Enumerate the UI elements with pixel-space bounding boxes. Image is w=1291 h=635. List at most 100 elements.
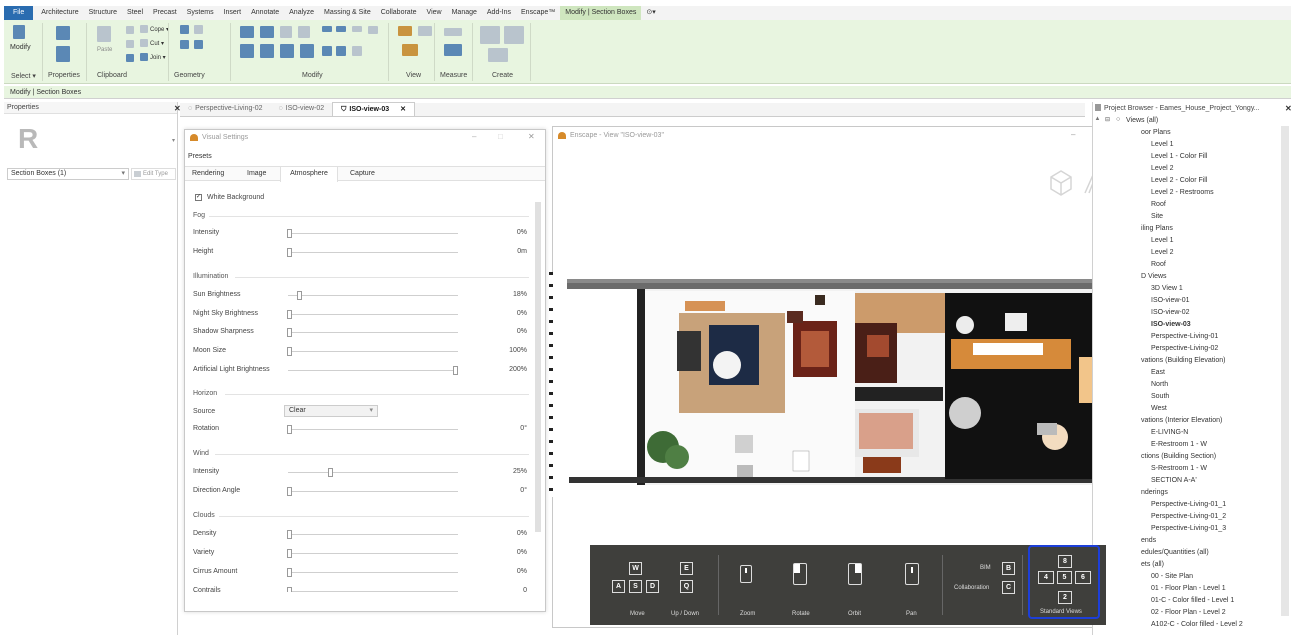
browser-group[interactable]: ctions (Building Section): [1141, 453, 1216, 460]
browser-item[interactable]: Roof: [1151, 201, 1166, 208]
artificial-light-brightness-slider[interactable]: [288, 366, 458, 375]
slider-thumb[interactable]: [287, 530, 292, 539]
browser-group[interactable]: nderings: [1141, 489, 1168, 496]
cloud-cirrus-amount-slider[interactable]: [287, 568, 458, 577]
match-properties-icon[interactable]: [126, 54, 134, 62]
horizon-rotation-slider[interactable]: [287, 425, 458, 434]
presets-label[interactable]: Presets: [188, 153, 212, 160]
geometry-tool-4-icon[interactable]: [194, 40, 203, 49]
view-key-5[interactable]: 5: [1057, 571, 1072, 584]
join-button[interactable]: Join ▾: [150, 54, 166, 61]
browser-group[interactable]: ends: [1141, 537, 1156, 544]
key-a[interactable]: A: [612, 580, 625, 593]
geometry-tool-1-icon[interactable]: [180, 25, 189, 34]
browser-item[interactable]: Perspective-Living-02: [1151, 345, 1218, 352]
view-tab[interactable]: ◌ Perspective-Living-02: [180, 102, 270, 116]
properties-icon[interactable]: [56, 46, 70, 62]
dimension-icon[interactable]: [444, 44, 462, 56]
cloud-density-slider[interactable]: [287, 530, 458, 539]
browser-item[interactable]: Level 2: [1151, 165, 1174, 172]
browser-group[interactable]: Views (all): [1126, 117, 1158, 124]
array-icon[interactable]: [322, 46, 332, 56]
menu-item-systems[interactable]: Systems: [182, 6, 219, 20]
cope-icon[interactable]: [140, 25, 148, 33]
browser-item[interactable]: Level 2 - Restrooms: [1151, 189, 1214, 196]
select-group-label[interactable]: Select ▾: [11, 72, 36, 80]
sun-brightness-slider[interactable]: [288, 291, 458, 300]
browser-item[interactable]: 01-C - Color filled - Level 1: [1151, 597, 1234, 604]
browser-item[interactable]: Level 1: [1151, 237, 1174, 244]
browser-item[interactable]: 02 - Floor Plan - Level 2: [1151, 609, 1226, 616]
modify-cursor-icon[interactable]: [13, 25, 25, 39]
browser-item[interactable]: SECTION A-A': [1151, 477, 1197, 484]
browser-item[interactable]: Perspective-Living-01: [1151, 333, 1218, 340]
browser-item[interactable]: 00 - Site Plan: [1151, 573, 1193, 580]
fog-intensity-slider[interactable]: [287, 229, 458, 238]
paste-button[interactable]: Paste: [97, 47, 112, 53]
view-tab[interactable]: ◌ ISO-view-02: [270, 102, 332, 116]
browser-item[interactable]: ISO-view-01: [1151, 297, 1190, 304]
offset-icon[interactable]: [260, 26, 274, 38]
shadow-sharpness-slider[interactable]: [287, 328, 458, 337]
browser-item[interactable]: Site: [1151, 213, 1163, 220]
close-tab-icon[interactable]: ✕: [400, 103, 406, 117]
browser-item[interactable]: East: [1151, 369, 1165, 376]
browser-group[interactable]: D Views: [1141, 273, 1167, 280]
moon-size-slider[interactable]: [287, 347, 458, 356]
browser-item[interactable]: E-LIVING-N: [1151, 429, 1188, 436]
type-chevron-icon[interactable]: ▾: [172, 137, 175, 144]
join-icon[interactable]: [140, 53, 148, 61]
night-sky-brightness-slider[interactable]: [287, 310, 458, 319]
type-selector[interactable]: Section Boxes (1) ▾: [7, 168, 129, 180]
cut-icon[interactable]: [140, 39, 148, 47]
menu-item-insert[interactable]: Insert: [219, 6, 247, 20]
slider-thumb[interactable]: [287, 549, 292, 558]
copy-icon[interactable]: [260, 44, 274, 58]
view-key-2[interactable]: 2: [1058, 591, 1072, 604]
hide-icon[interactable]: [418, 26, 432, 36]
browser-group[interactable]: iling Plans: [1141, 225, 1173, 232]
key-d[interactable]: D: [646, 580, 659, 593]
cut-clipboard-icon[interactable]: [126, 26, 134, 34]
override-graphics-icon[interactable]: [398, 26, 412, 36]
key-s[interactable]: S: [629, 580, 642, 593]
wind-intensity-slider[interactable]: [288, 468, 458, 477]
menu-item-collaborate[interactable]: Collaborate: [376, 6, 422, 20]
browser-item[interactable]: Level 1: [1151, 141, 1174, 148]
create-parts-icon[interactable]: [504, 26, 524, 44]
menu-item-manage[interactable]: Manage: [447, 6, 482, 20]
menu-item-structure[interactable]: Structure: [84, 6, 122, 20]
trim-extend-icon[interactable]: [300, 44, 314, 58]
slider-thumb[interactable]: [297, 291, 302, 300]
browser-item[interactable]: Level 1 - Color Fill: [1151, 153, 1207, 160]
browser-item[interactable]: South: [1151, 393, 1169, 400]
mirror-pick-icon[interactable]: [280, 26, 292, 38]
close-icon[interactable]: ✕: [528, 132, 535, 141]
slider-thumb[interactable]: [328, 468, 333, 477]
key-w[interactable]: W: [629, 562, 642, 575]
browser-item[interactable]: 3D View 1: [1151, 285, 1183, 292]
browser-item[interactable]: ISO-view-03: [1151, 321, 1191, 328]
menu-item-precast[interactable]: Precast: [148, 6, 182, 20]
view-tab[interactable]: ⛉ ISO-view-03 ✕: [332, 102, 415, 116]
create-assembly-icon[interactable]: [480, 26, 500, 44]
scrollbar[interactable]: [1281, 126, 1289, 616]
key-e[interactable]: E: [680, 562, 693, 575]
pin-icon[interactable]: [352, 26, 362, 32]
menu-item-architecture[interactable]: Architecture: [36, 6, 83, 20]
delete-icon[interactable]: [352, 46, 362, 56]
unpin-icon[interactable]: [368, 26, 378, 34]
slider-thumb[interactable]: [287, 568, 292, 577]
geometry-tool-2-icon[interactable]: [194, 25, 203, 34]
slider-thumb[interactable]: [287, 587, 292, 592]
measure-icon[interactable]: [444, 28, 462, 36]
browser-item[interactable]: Level 2: [1151, 249, 1174, 256]
browser-item[interactable]: Perspective-Living-01_3: [1151, 525, 1226, 532]
slider-thumb[interactable]: [453, 366, 458, 375]
browser-item[interactable]: West: [1151, 405, 1167, 412]
browser-item[interactable]: Perspective-Living-01_2: [1151, 513, 1226, 520]
copy-clipboard-icon[interactable]: [126, 40, 134, 48]
view-key-6[interactable]: 6: [1075, 571, 1091, 584]
browser-item[interactable]: Perspective-Living-01_1: [1151, 501, 1226, 508]
scrollbar[interactable]: [535, 202, 541, 532]
